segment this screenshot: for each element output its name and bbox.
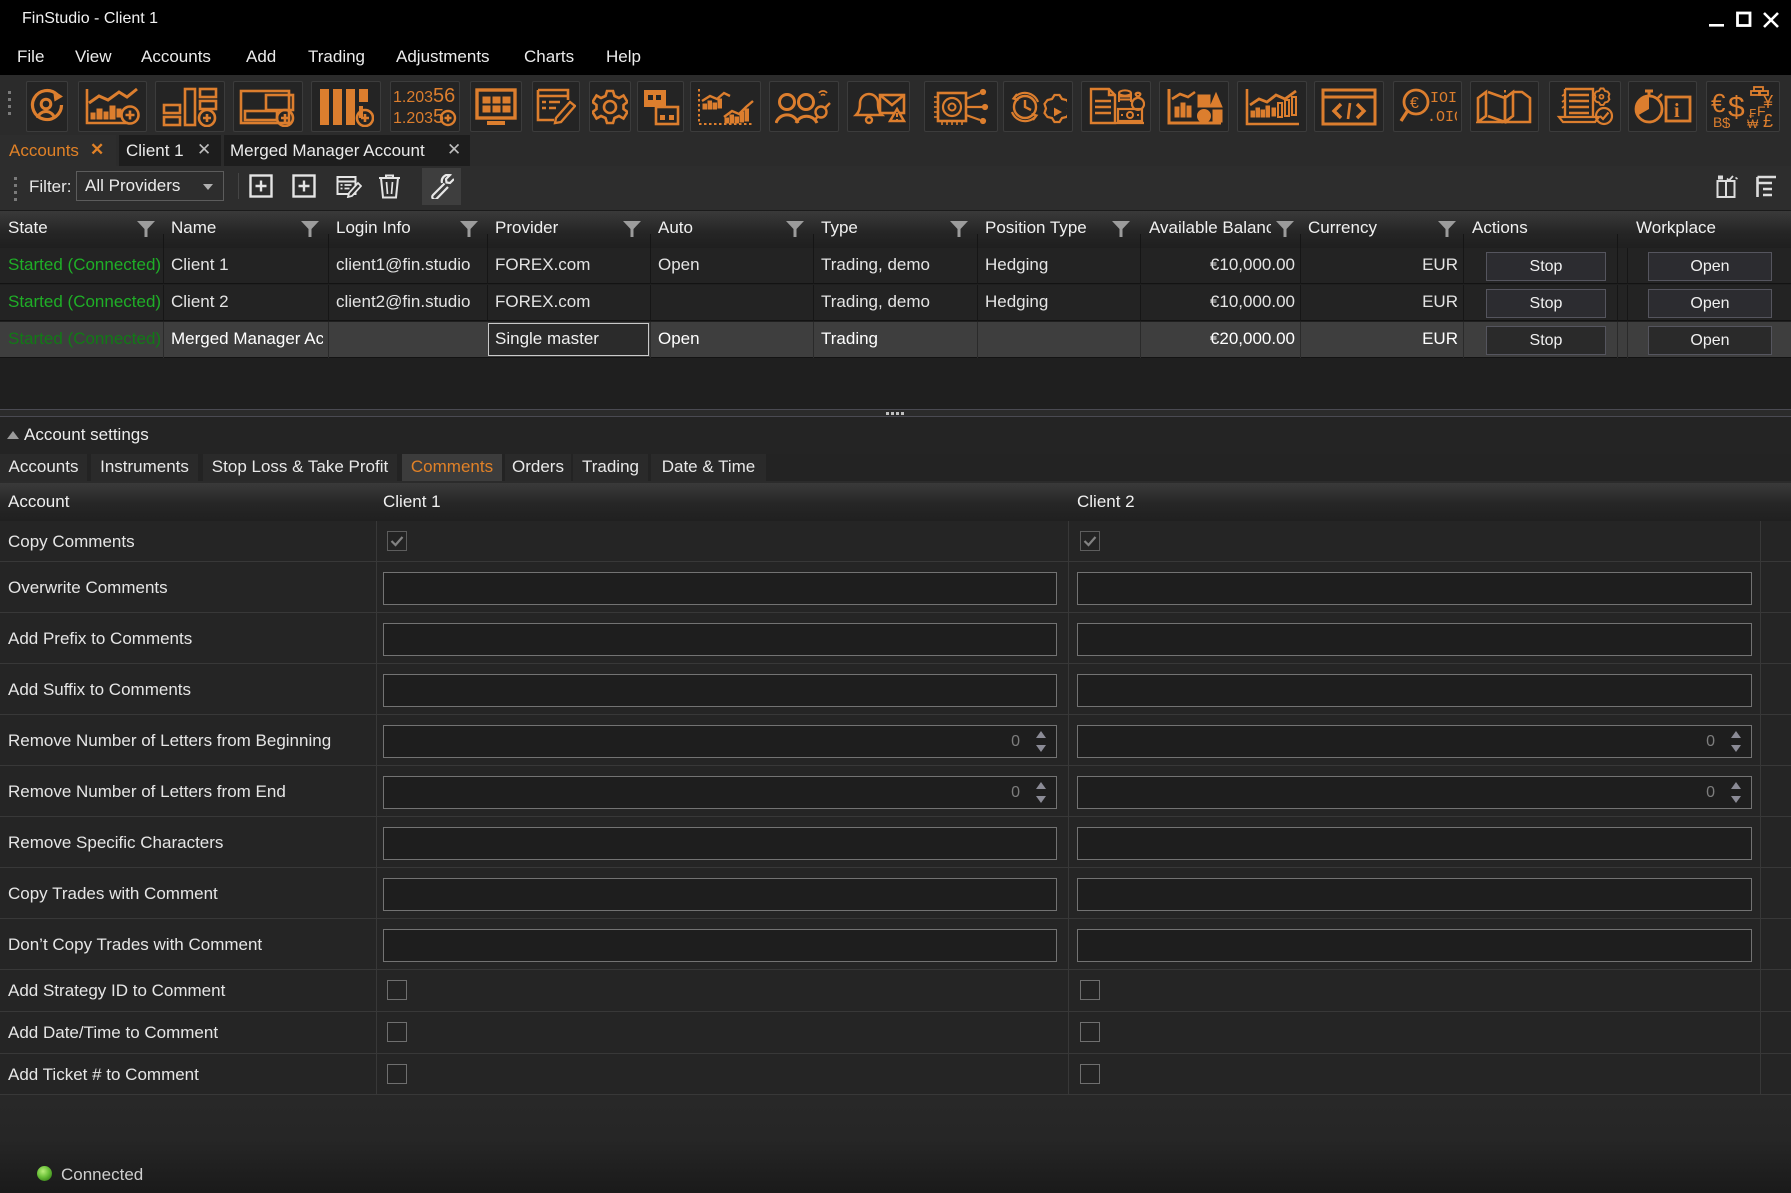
svg-text:.OIO: .OIO: [1427, 109, 1457, 126]
svg-text:£: £: [1763, 111, 1773, 128]
svg-text:B: B: [1713, 114, 1722, 128]
svg-text:$: $: [1722, 115, 1731, 128]
svg-text:₩: ₩: [1747, 117, 1759, 128]
svg-text:IOI: IOI: [1430, 90, 1457, 107]
svg-text:€: €: [1410, 95, 1419, 112]
svg-text:1.20356: 1.20356: [393, 85, 455, 107]
svg-text:1.2035: 1.2035: [393, 106, 444, 128]
svg-text:i: i: [1674, 100, 1680, 122]
svg-text:$: $: [1728, 91, 1745, 124]
